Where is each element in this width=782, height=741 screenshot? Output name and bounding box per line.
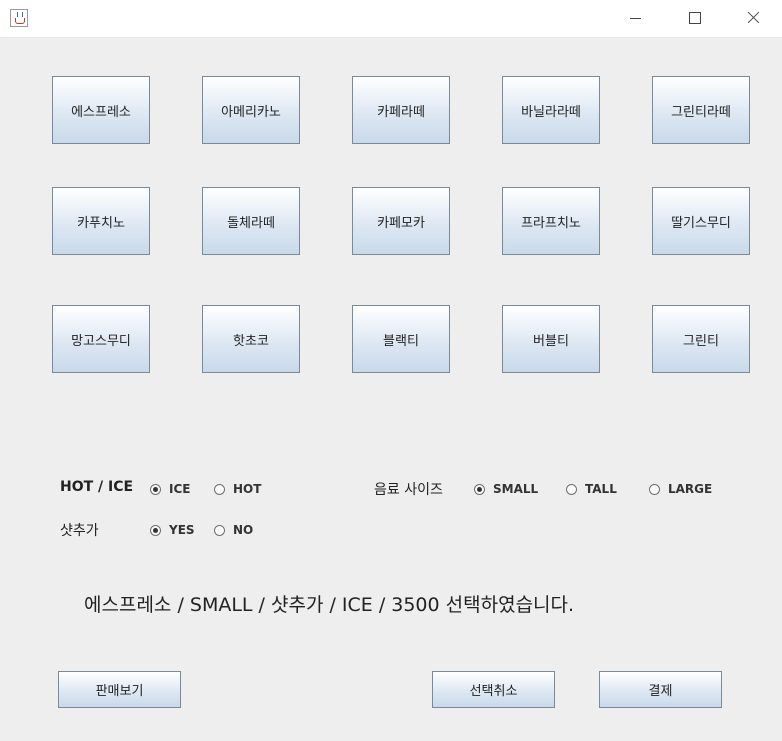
cancel-selection-button[interactable]: 선택취소 bbox=[432, 671, 555, 708]
java-cup-icon bbox=[10, 9, 28, 27]
radio-large[interactable]: LARGE bbox=[649, 482, 712, 496]
radio-no-label: NO bbox=[233, 523, 254, 537]
temp-label: HOT / ICE bbox=[60, 479, 134, 495]
menu-button-hot-chocolate[interactable]: 핫초코 bbox=[202, 305, 300, 373]
radio-empty-icon bbox=[214, 524, 225, 536]
menu-button-americano[interactable]: 아메리카노 bbox=[202, 76, 300, 144]
radio-selected-icon bbox=[150, 483, 161, 495]
radio-tall-label: TALL bbox=[585, 482, 617, 496]
menu-button-vanilla-latte[interactable]: 바닐라라떼 bbox=[502, 76, 600, 144]
radio-tall[interactable]: TALL bbox=[566, 482, 617, 496]
radio-large-label: LARGE bbox=[668, 482, 713, 496]
radio-yes-label: YES bbox=[169, 523, 195, 537]
radio-selected-icon bbox=[150, 524, 161, 536]
menu-button-cappuccino[interactable]: 카푸치노 bbox=[52, 187, 150, 255]
minimize-button[interactable] bbox=[606, 0, 664, 37]
radio-empty-icon bbox=[649, 483, 660, 495]
radio-shot-yes[interactable]: YES bbox=[150, 523, 195, 537]
radio-shot-no[interactable]: NO bbox=[214, 523, 253, 537]
radio-ice[interactable]: ICE bbox=[150, 482, 190, 496]
radio-hot[interactable]: HOT bbox=[214, 482, 261, 496]
radio-selected-icon bbox=[474, 483, 485, 495]
radio-small-label: SMALL bbox=[493, 482, 539, 496]
order-summary: 에스프레소 / SMALL / 샷추가 / ICE / 3500 선택하였습니다… bbox=[84, 594, 575, 616]
title-bar bbox=[0, 0, 782, 38]
radio-ice-label: ICE bbox=[169, 482, 191, 496]
radio-empty-icon bbox=[566, 483, 577, 495]
menu-button-mango-smoothie[interactable]: 망고스무디 bbox=[52, 305, 150, 373]
menu-button-black-tea[interactable]: 블랙티 bbox=[352, 305, 450, 373]
maximize-icon bbox=[689, 12, 701, 24]
menu-button-bubble-tea[interactable]: 버블티 bbox=[502, 305, 600, 373]
pay-button[interactable]: 결제 bbox=[599, 671, 722, 708]
menu-button-cafe-mocha[interactable]: 카페모카 bbox=[352, 187, 450, 255]
menu-button-strawberry-smoothie[interactable]: 딸기스무디 bbox=[652, 187, 750, 255]
radio-empty-icon bbox=[214, 483, 225, 495]
shot-label: 샷추가 bbox=[60, 523, 99, 539]
minimize-icon bbox=[630, 18, 641, 19]
close-button[interactable] bbox=[724, 0, 782, 37]
radio-hot-label: HOT bbox=[233, 482, 262, 496]
menu-button-espresso[interactable]: 에스프레소 bbox=[52, 76, 150, 144]
size-label: 음료 사이즈 bbox=[374, 482, 443, 498]
sales-view-button[interactable]: 판매보기 bbox=[58, 671, 181, 708]
menu-button-greentea-latte[interactable]: 그린티라떼 bbox=[652, 76, 750, 144]
menu-button-dolce-latte[interactable]: 돌체라떼 bbox=[202, 187, 300, 255]
maximize-button[interactable] bbox=[665, 0, 723, 37]
menu-button-cafe-latte[interactable]: 카페라떼 bbox=[352, 76, 450, 144]
menu-button-green-tea[interactable]: 그린티 bbox=[652, 305, 750, 373]
radio-small[interactable]: SMALL bbox=[474, 482, 538, 496]
menu-button-frappuccino[interactable]: 프라프치노 bbox=[502, 187, 600, 255]
